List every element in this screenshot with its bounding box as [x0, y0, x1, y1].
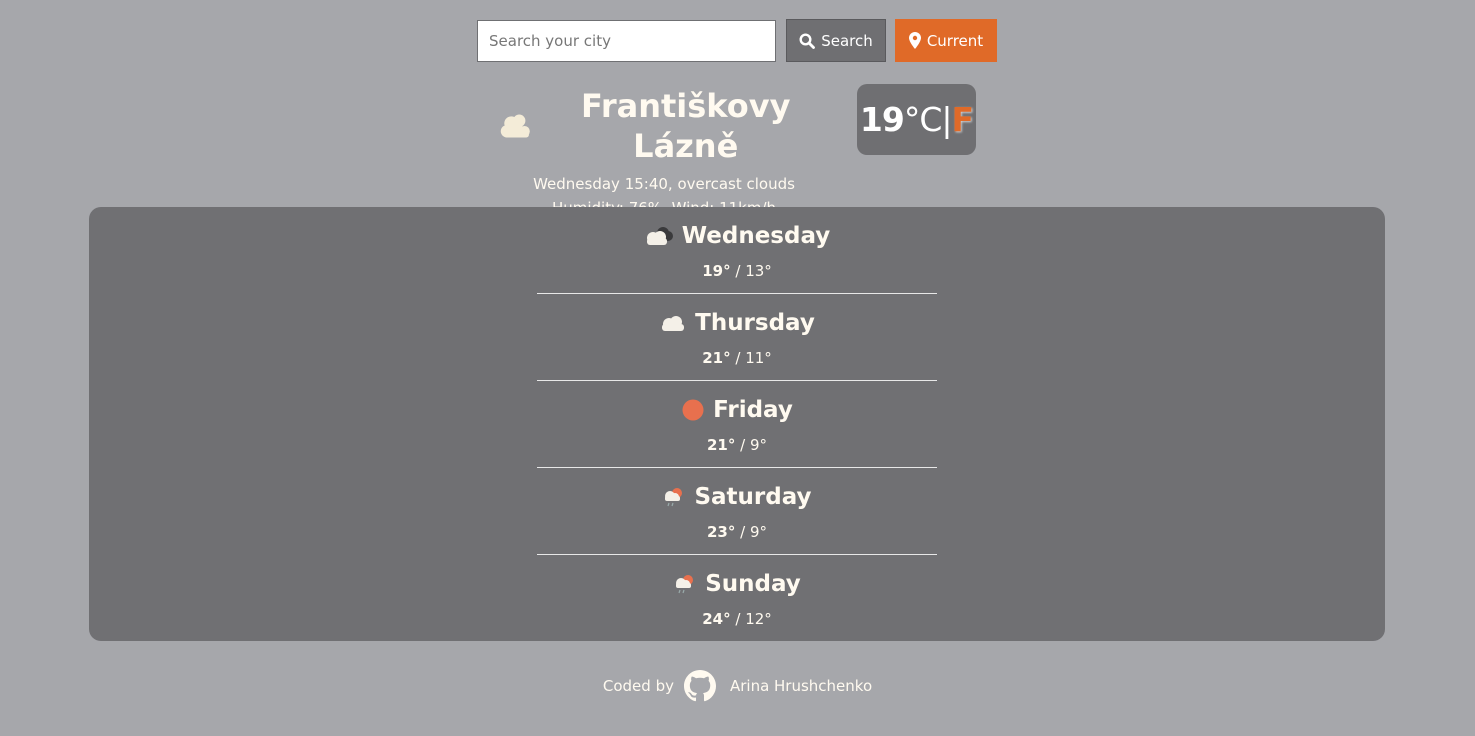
forecast-high: 24° [702, 610, 731, 628]
forecast-day-name: Thursday [695, 310, 815, 336]
cloud-icon [662, 316, 685, 331]
forecast-low: 9° [749, 436, 767, 454]
clouds-icon [500, 114, 530, 138]
city-header: Františkovy Lázně [499, 86, 829, 166]
forecast-day-wednesday: Wednesday 19° / 13° [537, 207, 937, 293]
forecast-day-name: Friday [713, 397, 793, 423]
forecast-day-saturday: Saturday 23° / 9° [537, 468, 937, 554]
forecast-temps: 24° / 12° [702, 610, 772, 628]
forecast-high: 21° [706, 436, 736, 454]
coded-by-label: Coded by [602, 677, 674, 695]
map-pin-icon [908, 32, 921, 49]
forecast-day-sunday: Sunday 24° / 12° [537, 555, 937, 641]
datetime-description: Wednesday 15:40, overcast clouds [533, 175, 795, 193]
rain-sun-icon [665, 488, 683, 507]
forecast-temps: 21° / 9° [706, 436, 767, 454]
city-name: Františkovy Lázně [581, 87, 791, 165]
broken-clouds-icon [646, 227, 673, 245]
forecast-day-thursday: Thursday 21° / 11° [537, 294, 937, 380]
forecast-day-name: Saturday [694, 484, 812, 510]
current-temperature: 19 [859, 100, 905, 139]
github-icon[interactable] [683, 670, 716, 702]
current-weather: Františkovy Lázně Wednesday 15:40, overc… [499, 86, 829, 220]
forecast-high: 21° [702, 349, 731, 367]
forecast-low: 13° [745, 262, 772, 280]
forecast-low: 9° [749, 523, 767, 541]
sun-icon [682, 399, 704, 421]
rain-sun-icon [676, 575, 694, 594]
forecast-high: 23° [706, 523, 736, 541]
magnifier-icon [799, 32, 816, 49]
fahrenheit-toggle[interactable]: F [952, 100, 975, 139]
current-location-button[interactable]: Current [895, 19, 997, 62]
forecast-day-name: Wednesday [681, 223, 831, 249]
temperature-display: 19 °C | F [857, 84, 976, 155]
forecast-low: 11° [745, 349, 772, 367]
footer: Coded by Arina Hrushchenko [0, 670, 1475, 702]
forecast-temps: 19° / 13° [702, 262, 772, 280]
forecast-low: 12° [745, 610, 772, 628]
celsius-toggle[interactable]: °C [904, 100, 943, 139]
forecast-day-name: Sunday [705, 571, 801, 597]
forecast-temps: 21° / 11° [702, 349, 772, 367]
current-button-label: Current [926, 31, 984, 50]
forecast-high: 19° [702, 262, 731, 280]
unit-divider: | [941, 100, 952, 139]
search-bar: Search Current [477, 19, 997, 62]
author-link[interactable]: Arina Hrushchenko [730, 677, 872, 695]
search-button-label: Search [821, 31, 873, 50]
forecast-day-friday: Friday 21° / 9° [537, 381, 937, 467]
forecast-temps: 23° / 9° [706, 523, 767, 541]
search-input[interactable] [477, 19, 776, 62]
search-button[interactable]: Search [786, 19, 886, 62]
forecast-panel: Wednesday 19° / 13° Thursday 21° / 11° F… [89, 207, 1385, 641]
